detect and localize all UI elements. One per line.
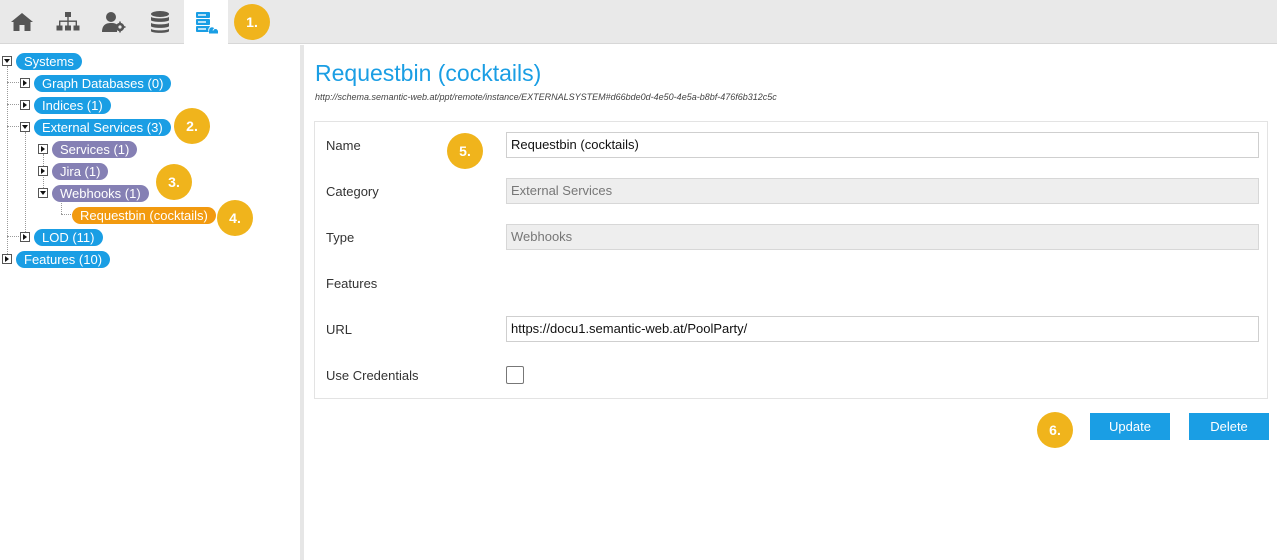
type-field: Webhooks [506, 224, 1259, 250]
expand-toggle-icon[interactable] [20, 78, 30, 88]
tree-node-graph-databases[interactable]: Graph Databases (0) [20, 74, 172, 92]
tree-connector [7, 66, 8, 258]
expand-toggle-icon[interactable] [20, 232, 30, 242]
expand-toggle-icon[interactable] [20, 100, 30, 110]
step-badge-1: 1. [234, 4, 270, 40]
tree-node-indices[interactable]: Indices (1) [20, 96, 111, 114]
tree-node-external-services[interactable]: External Services (3) [20, 118, 171, 136]
delete-button[interactable]: Delete [1189, 413, 1269, 440]
tree-node-systems[interactable]: Systems [2, 52, 82, 70]
collapse-toggle-icon[interactable] [2, 56, 12, 66]
step-badge-4: 4. [217, 200, 253, 236]
tree-label-webhooks[interactable]: Webhooks (1) [52, 184, 149, 202]
tree-label-features[interactable]: Features (10) [16, 250, 111, 268]
tree-label-indices[interactable]: Indices (1) [34, 96, 111, 114]
tree-connector [7, 82, 19, 83]
name-label: Name [326, 138, 361, 153]
home-button[interactable] [0, 0, 44, 44]
use-credentials-label: Use Credentials [326, 368, 419, 383]
expand-toggle-icon[interactable] [2, 254, 12, 264]
top-toolbar: 1. [0, 0, 1277, 45]
tree-label-graph-databases[interactable]: Graph Databases (0) [34, 74, 172, 92]
resource-uri: http://schema.semantic-web.at/ppt/remote… [315, 92, 777, 102]
type-label: Type [326, 230, 355, 245]
expand-toggle-icon[interactable] [38, 144, 48, 154]
user-settings-button[interactable] [92, 0, 136, 44]
tree-node-jira[interactable]: Jira (1) [38, 162, 109, 180]
tree-connector [7, 104, 19, 105]
category-field: External Services [506, 178, 1259, 204]
tree-label-external-services[interactable]: External Services (3) [34, 118, 171, 136]
tree-connector [7, 126, 19, 127]
external-systems-icon [196, 11, 219, 34]
step-badge-5: 5. [447, 133, 483, 169]
name-input[interactable]: Requestbin (cocktails) [506, 132, 1259, 158]
database-button[interactable] [138, 0, 182, 44]
step-badge-6: 6. [1037, 412, 1073, 448]
tree-connector [7, 236, 19, 237]
expand-toggle-icon[interactable] [38, 166, 48, 176]
tree-node-lod[interactable]: LOD (11) [20, 228, 103, 246]
external-systems-button[interactable] [184, 0, 228, 45]
app-window: 1. Systems Graph Databases (0) Indices (… [0, 0, 1277, 560]
tree-node-services[interactable]: Services (1) [38, 140, 138, 158]
url-input[interactable]: https://docu1.semantic-web.at/PoolParty/ [506, 316, 1259, 342]
panel-divider[interactable] [300, 45, 304, 560]
user-settings-icon [102, 12, 126, 33]
sitemap-button[interactable] [46, 0, 90, 44]
tree-node-features[interactable]: Features (10) [2, 250, 111, 268]
tree-connector [25, 132, 26, 236]
collapse-toggle-icon[interactable] [38, 188, 48, 198]
url-label: URL [326, 322, 353, 337]
tree-label-jira[interactable]: Jira (1) [52, 162, 109, 180]
page-title: Requestbin (cocktails) [315, 60, 542, 86]
tree-node-requestbin[interactable]: Requestbin (cocktails) [68, 206, 216, 224]
tree-label-services[interactable]: Services (1) [52, 140, 138, 158]
tree-node-webhooks[interactable]: Webhooks (1) [38, 184, 149, 202]
collapse-toggle-icon[interactable] [20, 122, 30, 132]
use-credentials-checkbox[interactable] [506, 366, 524, 384]
features-label: Features [326, 276, 378, 291]
step-badge-3: 3. [156, 164, 192, 200]
step-badge-2: 2. [174, 108, 210, 144]
sitemap-icon [56, 12, 80, 31]
tree-label-lod[interactable]: LOD (11) [34, 228, 103, 246]
database-icon [151, 11, 169, 33]
home-icon [11, 13, 33, 31]
tree-label-systems[interactable]: Systems [16, 52, 82, 70]
category-label: Category [326, 184, 379, 199]
tree-label-requestbin[interactable]: Requestbin (cocktails) [72, 206, 216, 224]
update-button[interactable]: Update [1090, 413, 1170, 440]
